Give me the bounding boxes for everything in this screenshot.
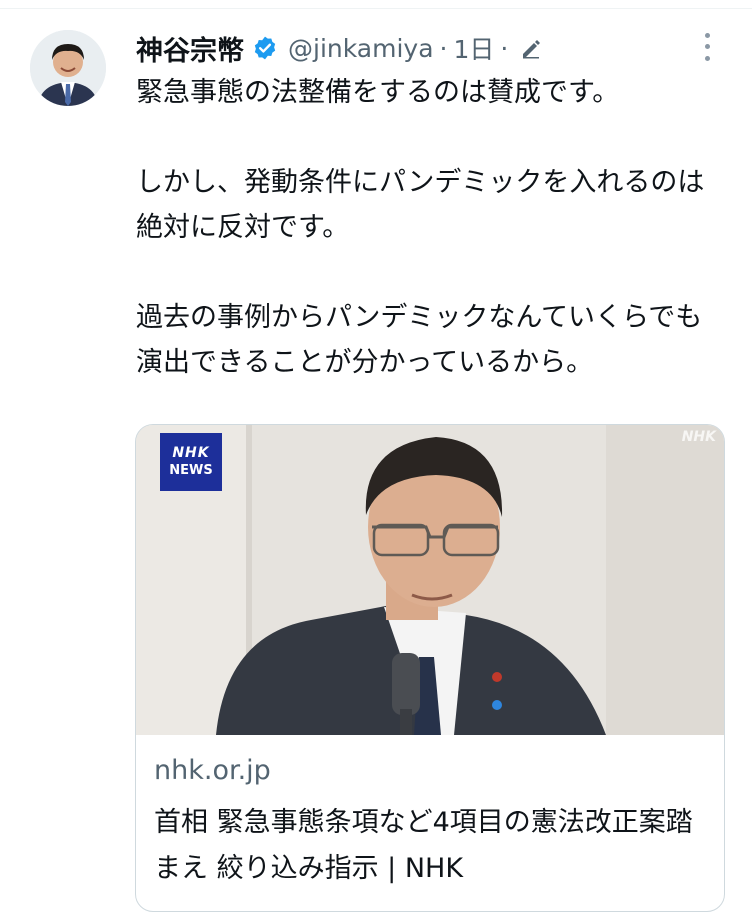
tweet-paragraph-2: しかし、発動条件にパンデミックを入れるのは絶対に反対です。 xyxy=(136,167,705,243)
card-title[interactable]: 首相 緊急事態条項など4項目の憲法改正案踏まえ 絞り込み指示 | NHK xyxy=(154,800,714,892)
link-preview-card[interactable]: NHK NEWS NHK nhk.or.jp 首相 緊急事態条項など4項目の憲法… xyxy=(135,424,725,912)
tweet-header: 神谷宗幣 @jinkamiya · 1日 · xyxy=(136,28,542,68)
more-dot xyxy=(704,33,710,39)
card-domain[interactable]: nhk.or.jp xyxy=(154,755,271,786)
top-divider xyxy=(0,8,752,9)
author-name[interactable]: 神谷宗幣 xyxy=(136,29,244,68)
news-logo-text: NEWS xyxy=(169,463,213,478)
tweet-text: 緊急事態の法整備をするのは賛成です。 しかし、発動条件にパンデミックを入れるのは… xyxy=(136,70,726,385)
verified-badge-icon xyxy=(252,35,278,61)
tweet-paragraph-1: 緊急事態の法整備をするのは賛成です。 xyxy=(136,77,620,108)
more-dot xyxy=(704,55,710,61)
tweet-paragraph-3: 過去の事例からパンデミックなんていくらでも演出できることが分かっているから。 xyxy=(136,302,703,378)
more-options-icon[interactable] xyxy=(694,30,720,64)
separator-dot: · xyxy=(439,33,448,63)
nhk-logo-text: NHK xyxy=(172,445,210,461)
separator-dot-2: · xyxy=(500,33,509,63)
nhk-watermark: NHK xyxy=(681,429,716,445)
news-photo xyxy=(136,425,724,735)
card-image[interactable]: NHK NEWS NHK xyxy=(136,425,724,735)
nhk-news-logo: NHK NEWS xyxy=(160,433,222,491)
edit-pencil-icon[interactable] xyxy=(520,37,542,59)
avatar[interactable] xyxy=(30,30,106,106)
tweet-timestamp[interactable]: 1日 xyxy=(453,30,494,66)
more-dot xyxy=(704,44,710,50)
author-handle[interactable]: @jinkamiya xyxy=(288,34,434,63)
avatar-image xyxy=(30,30,106,106)
